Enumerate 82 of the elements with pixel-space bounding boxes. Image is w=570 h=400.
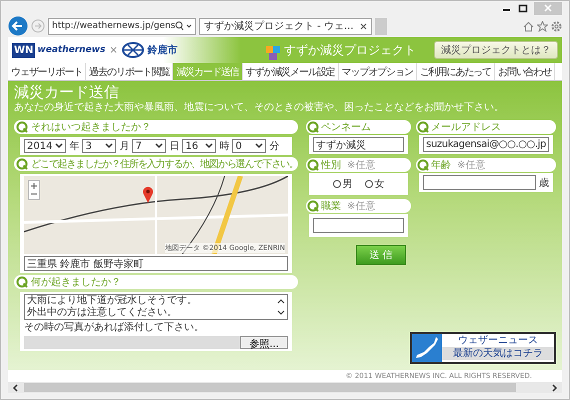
weathernews-logo: WN weathernews (12, 42, 106, 58)
radio-option[interactable]: 女 (364, 177, 385, 191)
project-title: すずか減災プロジェクト (284, 42, 416, 58)
scroll-right-icon (550, 384, 558, 392)
scroll-left-icon (12, 384, 20, 392)
question-label: どこで起きましたか？住所を入力するか、地図から選んで下さい。 (31, 158, 298, 171)
horizontal-scrollbar[interactable] (8, 382, 562, 393)
cross-mark: × (109, 44, 118, 56)
unit-label: 時 (219, 140, 230, 153)
text-area[interactable]: 大雨により地下道が冠水しそうです。 外出中の方は注意してください。 (24, 294, 288, 320)
settings-icon[interactable] (551, 20, 562, 32)
back-icon[interactable] (8, 16, 28, 36)
optional-note: ※任意 (347, 200, 376, 213)
select-field[interactable]: 16 (182, 139, 216, 153)
maximize-icon[interactable] (518, 4, 528, 12)
file-path-field[interactable] (24, 336, 240, 349)
nav-tab[interactable]: お問い合わせ (495, 63, 556, 80)
optional-note: ※任意 (457, 158, 486, 172)
caret-icon (105, 143, 114, 149)
star-icon[interactable] (537, 20, 548, 32)
question-label: 職業 (321, 200, 341, 213)
nav-tab[interactable]: ご利用にあたって (416, 63, 496, 80)
select-field[interactable]: 7 (132, 139, 166, 153)
page-title: 減災カード送信 (14, 83, 120, 101)
age-field[interactable] (423, 175, 536, 190)
about-button[interactable]: 減災プロジェクトとは？ (434, 41, 558, 59)
nav-tab[interactable]: マップオプション (338, 63, 417, 80)
browse-button[interactable]: 参照... (240, 336, 288, 349)
q-icon (307, 159, 319, 171)
question-label: 性別 (321, 158, 341, 172)
zoom-control[interactable] (28, 180, 40, 200)
japan-map-icon (412, 334, 442, 362)
caret-icon (55, 143, 64, 149)
q-icon (307, 121, 319, 133)
city-emblem-icon (122, 42, 144, 58)
q-icon (16, 276, 28, 288)
pen-name-field[interactable]: すずか減災 (313, 137, 404, 152)
wn-icon: WN (12, 42, 36, 58)
q-icon (16, 121, 28, 133)
forward-icon[interactable] (31, 19, 45, 33)
optional-note: ※任意 (347, 158, 376, 172)
close-icon (544, 4, 552, 12)
page-subtitle: あなたの身近で起きた大雨や暴風雨、地震について、そのときの被害や、困ったことなどをお聞かせ下さい。 (14, 101, 505, 114)
weather-news-banner[interactable]: ウェザーニュース 最新の天気はコチラ (410, 332, 556, 364)
caret-icon (205, 143, 214, 149)
photo-note: その時の写真があれば添付して下さい。 (24, 322, 205, 334)
nav-tab[interactable]: すずか減災メール設定 (242, 63, 339, 80)
select-field[interactable]: 0 (232, 139, 266, 153)
close-button[interactable] (534, 2, 562, 14)
browser-tab[interactable]: すずか減災プロジェクト - ウェ... (199, 18, 372, 34)
home-icon[interactable] (523, 20, 534, 32)
select-field[interactable]: 3 (82, 139, 116, 153)
q-icon (307, 200, 319, 212)
banner-line: ウェザーニュース (458, 334, 538, 347)
question-label: 何が起きましたか？ (31, 276, 121, 289)
q-icon (417, 159, 430, 171)
nav-tab[interactable]: ウェザーリポート (8, 63, 86, 80)
unit-label: 日 (169, 140, 180, 153)
unit-label: 分 (269, 140, 280, 153)
q-icon (417, 121, 430, 133)
text-line: 大雨により地下道が冠水しそうです。 (27, 295, 197, 306)
select-field[interactable]: 2014 (24, 139, 66, 153)
map-pin-icon (142, 186, 154, 204)
question-label: メールアドレス (431, 121, 502, 134)
unit-label: 歳 (539, 176, 549, 190)
address-field[interactable]: 三重県 鈴鹿市 飯野寺家町 (24, 256, 288, 271)
text-line: 外出中の方は注意してください。 (27, 307, 178, 319)
city-name: 鈴鹿市 (148, 43, 178, 57)
question-label: それはいつ起きましたか？ (31, 120, 151, 134)
question-label: ペンネーム (321, 121, 371, 134)
unit-label: 月 (119, 140, 130, 153)
question-label: 年齢 (431, 158, 452, 172)
address-bar[interactable]: http://weathernews.jp/gens (48, 18, 196, 34)
caret-icon (155, 143, 164, 149)
q-icon (16, 158, 28, 170)
unit-label: 年 (69, 140, 80, 153)
close-icon[interactable] (360, 22, 367, 30)
email-field[interactable]: suzukagensai@○○.○○.jp (423, 137, 549, 152)
occupation-field[interactable] (313, 218, 404, 233)
caret-icon (255, 143, 264, 149)
radio-option[interactable]: 男 (332, 177, 353, 191)
scroll-arrows-icon (277, 297, 285, 317)
